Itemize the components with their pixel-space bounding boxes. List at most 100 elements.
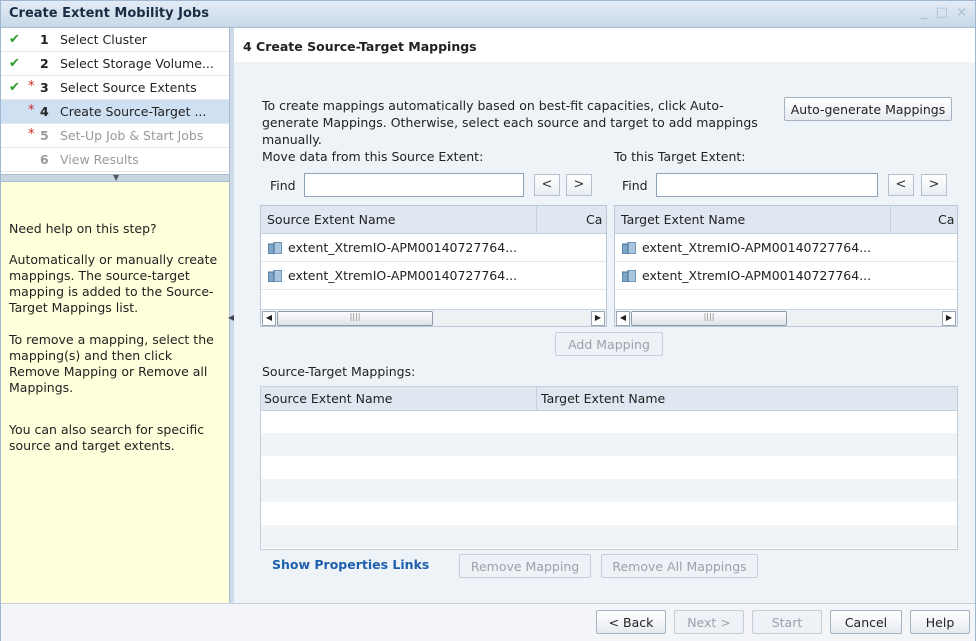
- wizard-footer: < Back Next > Start Cancel Help: [1, 603, 975, 641]
- step-setup-job: * 5 Set-Up Job & Start Jobs: [1, 124, 229, 148]
- source-next-button[interactable]: >: [566, 174, 592, 196]
- target-extent-table: Target Extent Name Ca extent_XtremIO-APM…: [614, 205, 958, 327]
- source-target-mappings-table: Source Extent Name Target Extent Name: [260, 386, 958, 550]
- step-select-storage-volume[interactable]: ✔ 2 Select Storage Volume...: [1, 52, 229, 76]
- extent-icon: [622, 242, 636, 254]
- mappings-label: Source-Target Mappings:: [262, 364, 416, 379]
- table-row[interactable]: [261, 479, 957, 502]
- maximize-icon[interactable]: □: [936, 5, 948, 20]
- step-label: Create Source-Target ...: [60, 104, 207, 119]
- step-number: 1: [40, 32, 49, 47]
- check-icon: ✔: [9, 32, 20, 47]
- column-header-source-name[interactable]: Source Extent Name: [264, 391, 392, 406]
- steps-splitter[interactable]: ▼: [1, 173, 229, 182]
- step-create-source-target[interactable]: * 4 Create Source-Target ...: [1, 100, 229, 124]
- column-header-capacity[interactable]: Ca: [586, 212, 602, 227]
- check-icon: ✔: [9, 80, 20, 95]
- help-text-1: Automatically or manually create mapping…: [9, 252, 218, 315]
- table-row[interactable]: [261, 525, 957, 548]
- scrollbar-thumb[interactable]: ||||: [277, 311, 433, 326]
- title-bar: Create Extent Mobility Jobs _ □ ×: [1, 1, 975, 28]
- step-label: Select Storage Volume...: [60, 56, 214, 71]
- table-row[interactable]: extent_XtremIO-APM00140727764...: [615, 234, 957, 262]
- step-select-cluster[interactable]: ✔ 1 Select Cluster: [1, 28, 229, 52]
- target-extent-name: extent_XtremIO-APM00140727764...: [642, 268, 872, 283]
- show-properties-link[interactable]: Show Properties Links: [272, 557, 429, 572]
- step-label: View Results: [60, 152, 139, 167]
- window-controls: _ □ ×: [917, 5, 967, 20]
- help-text-3: You can also search for specific source …: [9, 422, 205, 453]
- next-button[interactable]: Next >: [674, 610, 744, 634]
- step-heading: 4 Create Source-Target Mappings: [234, 28, 975, 61]
- main-panel: 4 Create Source-Target Mappings To creat…: [234, 28, 975, 603]
- minimize-icon[interactable]: _: [921, 5, 928, 20]
- source-extent-name: extent_XtremIO-APM00140727764...: [288, 240, 518, 255]
- scroll-left-icon[interactable]: ◀: [262, 311, 276, 326]
- start-button[interactable]: Start: [752, 610, 822, 634]
- wizard-steps: ✔ 1 Select Cluster ✔ 2 Select Storage Vo…: [1, 28, 229, 174]
- required-star-icon: *: [28, 79, 35, 94]
- scrollbar-thumb[interactable]: ||||: [631, 311, 787, 326]
- table-row[interactable]: extent_XtremIO-APM00140727764...: [615, 262, 957, 290]
- source-find-input[interactable]: [304, 173, 524, 197]
- table-header: Source Extent Name Ca: [261, 206, 606, 234]
- wizard-window: Create Extent Mobility Jobs _ □ × ✔ 1 Se…: [0, 0, 976, 641]
- step-number: 2: [40, 56, 49, 71]
- help-heading: Need help on this step?: [9, 221, 157, 236]
- step-label: Select Cluster: [60, 32, 147, 47]
- source-find-label: Find: [270, 178, 296, 193]
- step-select-source-extents[interactable]: ✔ * 3 Select Source Extents: [1, 76, 229, 100]
- chevron-down-icon[interactable]: ▼: [113, 173, 119, 182]
- help-button[interactable]: Help: [910, 610, 970, 634]
- source-prev-button[interactable]: <: [534, 174, 560, 196]
- table-row[interactable]: extent_XtremIO-APM00140727764...: [261, 234, 606, 262]
- step-view-results: 6 View Results: [1, 148, 229, 172]
- table-row[interactable]: [261, 456, 957, 479]
- source-extent-name: extent_XtremIO-APM00140727764...: [288, 268, 518, 283]
- remove-mapping-button[interactable]: Remove Mapping: [459, 554, 591, 578]
- step-label: Select Source Extents: [60, 80, 197, 95]
- target-next-button[interactable]: >: [921, 174, 947, 196]
- step-label: Set-Up Job & Start Jobs: [60, 128, 204, 143]
- table-row[interactable]: extent_XtremIO-APM00140727764...: [261, 262, 606, 290]
- check-icon: ✔: [9, 56, 20, 71]
- step-number: 5: [40, 128, 49, 143]
- step-number: 4: [40, 104, 49, 119]
- remove-all-mappings-button[interactable]: Remove All Mappings: [601, 554, 758, 578]
- target-horizontal-scrollbar[interactable]: ◀ |||| ▶: [615, 309, 957, 326]
- auto-generate-button[interactable]: Auto-generate Mappings: [784, 97, 952, 121]
- cancel-button[interactable]: Cancel: [830, 610, 902, 634]
- table-row[interactable]: [261, 410, 957, 433]
- column-header-target-name[interactable]: Target Extent Name: [541, 391, 665, 406]
- column-header-capacity[interactable]: Ca: [938, 212, 954, 227]
- step-number: 3: [40, 80, 49, 95]
- table-row[interactable]: [261, 502, 957, 525]
- target-find-input[interactable]: [656, 173, 878, 197]
- column-header-source-name[interactable]: Source Extent Name: [267, 212, 395, 227]
- target-label: To this Target Extent:: [614, 149, 746, 164]
- table-header: Source Extent Name Target Extent Name: [261, 387, 957, 411]
- source-horizontal-scrollbar[interactable]: ◀ |||| ▶: [261, 309, 606, 326]
- required-star-icon: *: [28, 127, 35, 142]
- target-extent-name: extent_XtremIO-APM00140727764...: [642, 240, 872, 255]
- window-title: Create Extent Mobility Jobs: [9, 6, 209, 21]
- extent-icon: [622, 270, 636, 282]
- step-content: To create mappings automatically based o…: [234, 62, 975, 603]
- close-icon[interactable]: ×: [956, 5, 967, 20]
- required-star-icon: *: [28, 103, 35, 118]
- help-panel: Need help on this step? Automatically or…: [1, 182, 229, 603]
- scroll-right-icon[interactable]: ▶: [591, 311, 605, 326]
- extent-icon: [268, 242, 282, 254]
- column-header-target-name[interactable]: Target Extent Name: [621, 212, 745, 227]
- intro-text: To create mappings automatically based o…: [262, 98, 758, 147]
- target-prev-button[interactable]: <: [888, 174, 914, 196]
- scroll-left-icon[interactable]: ◀: [616, 311, 630, 326]
- add-mapping-button[interactable]: Add Mapping: [555, 332, 663, 356]
- source-label: Move data from this Source Extent:: [262, 149, 484, 164]
- extent-icon: [268, 270, 282, 282]
- target-find-label: Find: [622, 178, 648, 193]
- scroll-right-icon[interactable]: ▶: [942, 311, 956, 326]
- step-number: 6: [40, 152, 49, 167]
- back-button[interactable]: < Back: [596, 610, 666, 634]
- table-row[interactable]: [261, 433, 957, 456]
